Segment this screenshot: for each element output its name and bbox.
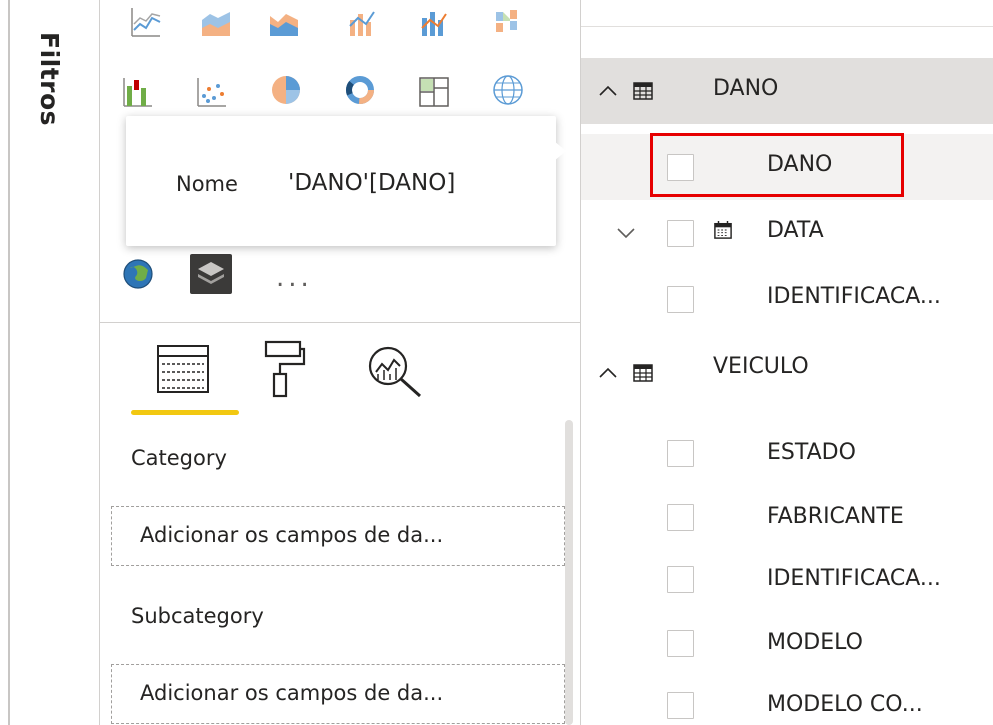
fields-top-divider: [581, 26, 993, 27]
well-placeholder-category: Adicionar os campos de da...: [140, 523, 444, 547]
donut-chart-icon[interactable]: [344, 74, 376, 106]
viz-pane-scrollbar[interactable]: [565, 420, 573, 725]
analytics-magnifier-icon[interactable]: [364, 342, 428, 400]
highlight-annotation: [650, 133, 904, 197]
filters-label[interactable]: Filtros: [35, 32, 64, 126]
table-icon: [633, 364, 653, 382]
tooltip-name-label: Nome: [176, 172, 238, 196]
stacked-area-chart-icon[interactable]: [268, 6, 300, 38]
field-tooltip: Nome 'DANO'[DANO]: [126, 116, 566, 246]
scatter-chart-icon[interactable]: [196, 76, 228, 108]
tooltip-value: 'DANO'[DANO]: [288, 170, 456, 196]
fields-tab-icon[interactable]: [156, 342, 212, 398]
field-row-data[interactable]: DATA: [581, 200, 993, 266]
filters-edge: [8, 0, 10, 725]
table-name: VEICULO: [713, 354, 809, 379]
waterfall-chart-icon[interactable]: [122, 76, 154, 108]
well-label-subcategory: Subcategory: [131, 604, 264, 628]
field-checkbox[interactable]: [667, 566, 694, 593]
field-name: FABRICANTE: [767, 504, 904, 529]
field-name: IDENTIFICACA...: [767, 566, 941, 591]
field-row-estado[interactable]: ESTADO: [581, 420, 993, 486]
field-name: MODELO: [767, 630, 863, 655]
area-chart-icon[interactable]: [200, 6, 232, 38]
well-placeholder-subcategory: Adicionar os campos de da...: [140, 681, 444, 705]
field-checkbox[interactable]: [667, 220, 694, 247]
field-row-identificacao-veiculo[interactable]: IDENTIFICACA...: [581, 546, 993, 612]
fields-search-area: [581, 0, 993, 26]
map-icon[interactable]: [492, 74, 524, 106]
field-row-modelo-co[interactable]: MODELO CO...: [581, 672, 993, 725]
field-row-modelo[interactable]: MODELO: [581, 610, 993, 676]
format-paint-roller-icon[interactable]: [262, 340, 306, 400]
table-row-veiculo[interactable]: VEICULO: [581, 340, 993, 406]
field-row-fabricante[interactable]: FABRICANTE: [581, 484, 993, 550]
ribbon-chart-icon[interactable]: [492, 6, 524, 38]
table-name: DANO: [713, 76, 779, 101]
field-checkbox[interactable]: [667, 440, 694, 467]
field-name: DATA: [767, 218, 824, 243]
well-drop-category[interactable]: Adicionar os campos de da...: [111, 506, 565, 566]
field-checkbox[interactable]: [667, 692, 694, 719]
arcgis-map-icon[interactable]: [122, 258, 154, 290]
active-tab-indicator: [131, 410, 239, 415]
line-stacked-column-chart-icon[interactable]: [418, 6, 450, 38]
field-checkbox[interactable]: [667, 504, 694, 531]
pie-chart-icon[interactable]: [270, 74, 302, 106]
filters-pane-collapsed[interactable]: Filtros: [0, 0, 100, 725]
custom-visual-tile[interactable]: [190, 254, 232, 294]
table-icon: [633, 82, 653, 100]
field-row-identificacao[interactable]: IDENTIFICACA...: [581, 266, 993, 332]
chevron-up-icon[interactable]: [597, 80, 619, 102]
chevron-up-icon[interactable]: [597, 362, 619, 384]
calendar-icon: [714, 221, 732, 239]
table-row-dano[interactable]: DANO: [581, 58, 993, 124]
line-chart-icon[interactable]: [130, 6, 162, 38]
field-checkbox[interactable]: [667, 630, 694, 657]
line-column-chart-icon[interactable]: [346, 6, 378, 38]
field-checkbox[interactable]: [667, 286, 694, 313]
field-name: ESTADO: [767, 440, 856, 465]
more-visuals-button[interactable]: ...: [276, 265, 313, 291]
well-label-category: Category: [131, 446, 227, 470]
field-name: MODELO CO...: [767, 692, 923, 717]
viz-section-divider: [100, 322, 580, 323]
well-drop-subcategory[interactable]: Adicionar os campos de da...: [111, 664, 565, 724]
chevron-down-icon[interactable]: [615, 222, 637, 244]
tooltip-arrow: [554, 141, 566, 161]
treemap-icon[interactable]: [418, 76, 450, 108]
layers-icon: [198, 262, 224, 284]
field-name: IDENTIFICACA...: [767, 284, 941, 309]
